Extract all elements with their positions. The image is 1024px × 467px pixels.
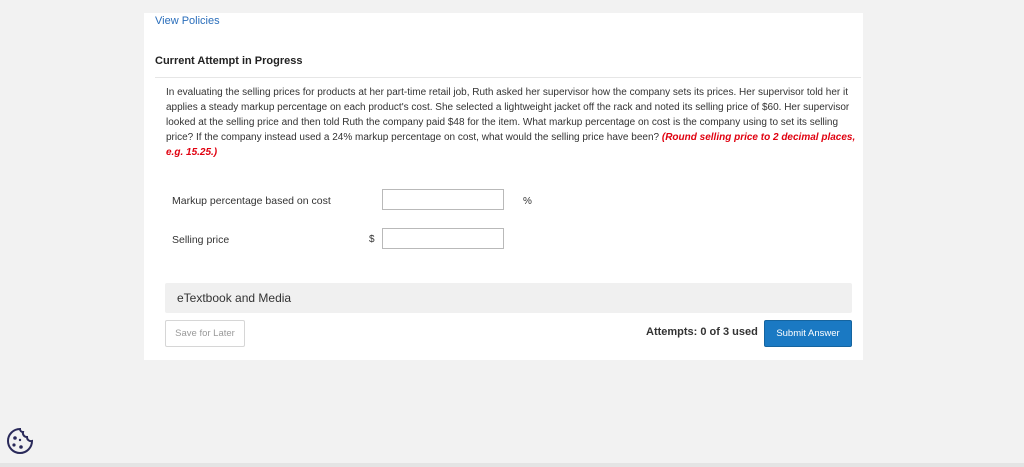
etextbook-media-label: eTextbook and Media <box>177 291 292 305</box>
submit-answer-button[interactable]: Submit Answer <box>764 320 852 347</box>
dollar-prefix: $ <box>369 234 375 245</box>
view-policies-link[interactable]: View Policies <box>155 15 220 27</box>
markup-label: Markup percentage based on cost <box>172 195 331 207</box>
question-text: In evaluating the selling prices for pro… <box>166 85 856 160</box>
cookie-settings-button[interactable] <box>5 426 35 456</box>
attempt-status-heading: Current Attempt in Progress <box>155 55 303 67</box>
save-for-later-button[interactable]: Save for Later <box>165 320 245 347</box>
etextbook-media-bar[interactable]: eTextbook and Media <box>165 283 852 313</box>
markup-input[interactable] <box>382 189 504 210</box>
selling-price-label: Selling price <box>172 234 230 246</box>
attempts-counter: Attempts: 0 of 3 used <box>646 326 758 338</box>
selling-price-input[interactable] <box>382 228 504 249</box>
cookie-icon <box>7 427 34 454</box>
percent-suffix: % <box>523 196 532 207</box>
bottom-edge <box>0 463 1024 467</box>
